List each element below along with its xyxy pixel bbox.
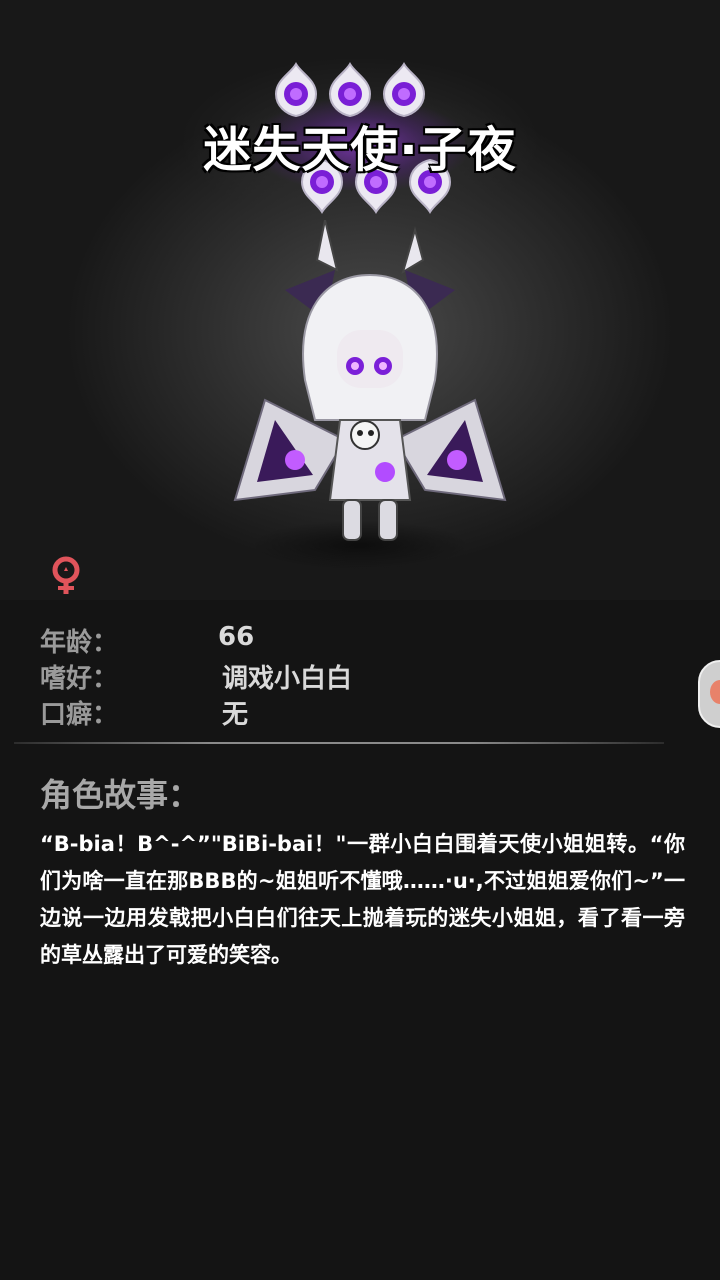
character-name: 迷失天使·子夜 bbox=[203, 122, 517, 178]
floating-side-button[interactable] bbox=[698, 660, 720, 728]
hobby-value: 调戏小白白 bbox=[222, 664, 353, 694]
character-illustration bbox=[233, 220, 507, 541]
hobby-label: 嗜好： bbox=[40, 664, 119, 694]
floating-button-icon bbox=[710, 680, 720, 704]
age-value: 66 bbox=[218, 622, 255, 652]
catchphrase-value: 无 bbox=[222, 700, 249, 730]
section-divider bbox=[14, 742, 664, 744]
story-heading: 角色故事： bbox=[40, 776, 201, 814]
catchphrase-label: 口癖： bbox=[40, 700, 119, 730]
story-text: “B-bia！B^-^”"BiBi-bai！"一群小白白围着天使小姐姐转。“你们… bbox=[40, 832, 685, 967]
female-symbol-icon bbox=[52, 556, 80, 594]
age-label: 年龄： bbox=[40, 628, 119, 658]
